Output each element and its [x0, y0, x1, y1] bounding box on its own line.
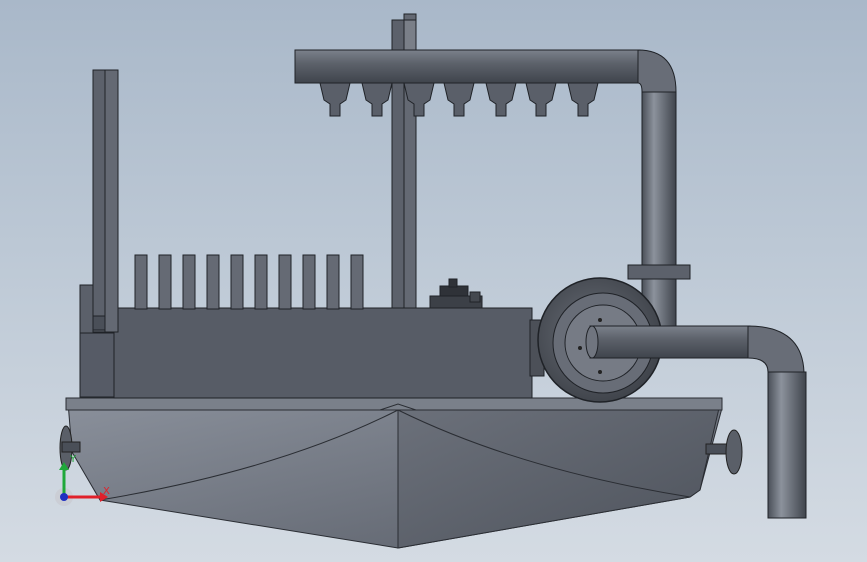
spray-nozzles[interactable] [319, 82, 599, 117]
cad-model-view[interactable]: X Y [0, 0, 867, 562]
deck-fitting[interactable] [429, 278, 483, 309]
x-axis-label: X [103, 486, 110, 497]
boat-hull[interactable] [65, 397, 723, 549]
pipe-elbow-top[interactable] [637, 49, 677, 93]
z-axis-dot [60, 493, 68, 501]
filter-plates[interactable] [134, 254, 364, 310]
cad-viewport[interactable]: X Y [0, 0, 867, 562]
left-frame[interactable] [92, 69, 119, 333]
spray-manifold[interactable] [294, 49, 641, 117]
y-axis-label: Y [69, 454, 77, 465]
